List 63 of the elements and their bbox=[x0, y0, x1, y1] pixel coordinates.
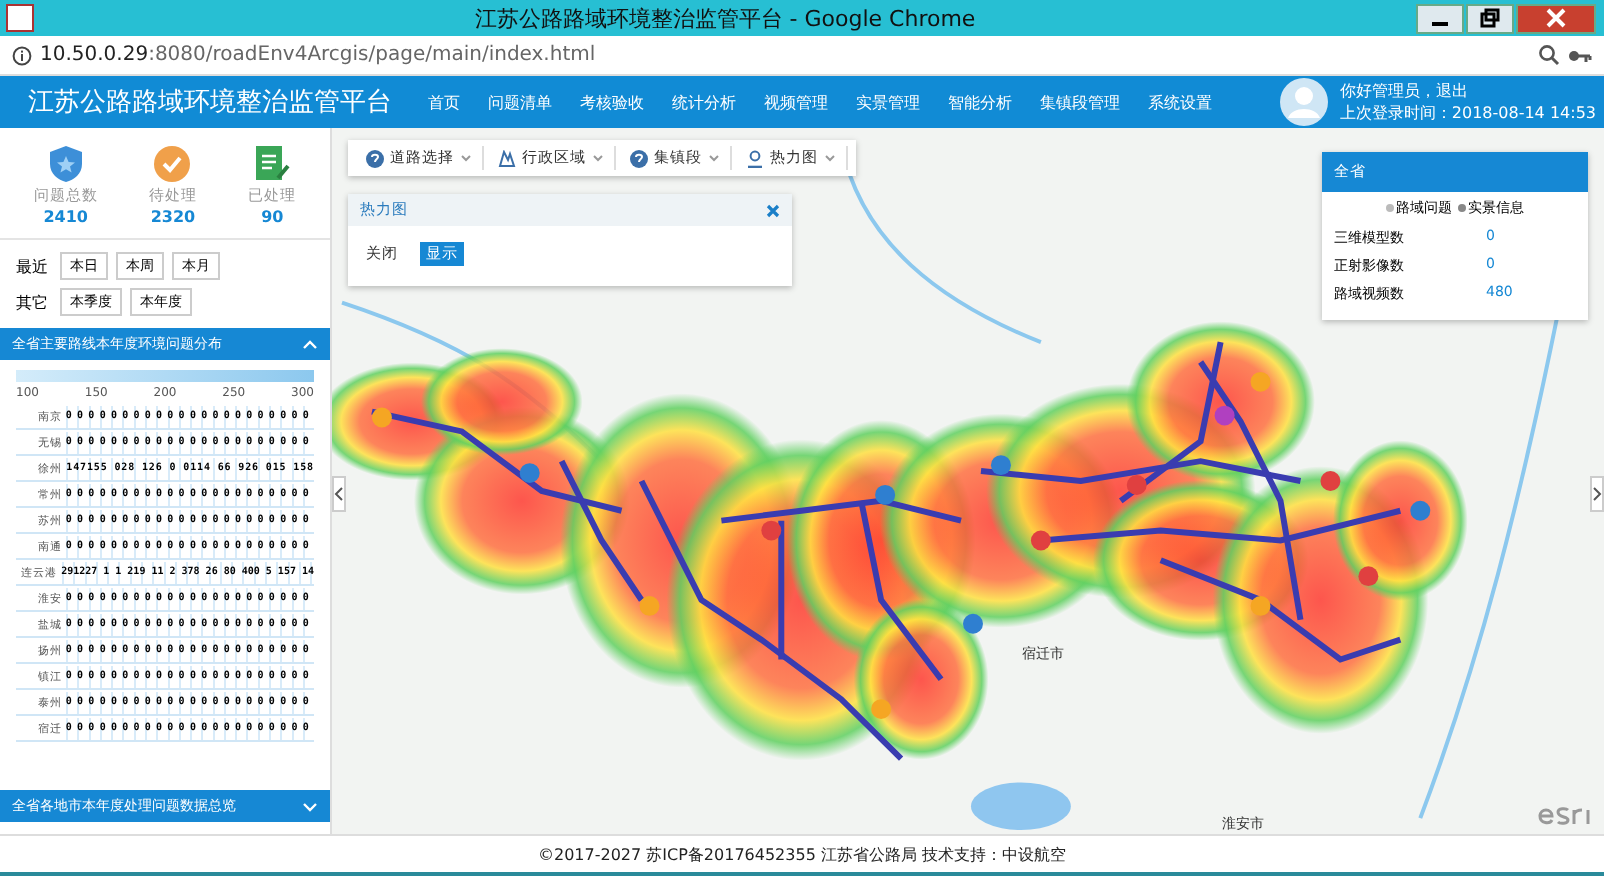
cluster-marker[interactable] bbox=[875, 484, 896, 505]
collapse-handle[interactable] bbox=[332, 476, 346, 512]
shield-icon bbox=[47, 144, 84, 184]
nav-link[interactable]: 统计分析 bbox=[672, 91, 736, 113]
caret-icon bbox=[708, 154, 720, 162]
caret-icon bbox=[460, 154, 472, 162]
info-icon[interactable] bbox=[12, 45, 32, 65]
person-icon bbox=[746, 149, 764, 167]
nav-link[interactable]: 实景管理 bbox=[856, 91, 920, 113]
cluster-marker[interactable] bbox=[371, 407, 392, 428]
last-login-text: 上次登录时间：2018-08-14 14:53 bbox=[1339, 102, 1596, 124]
cluster-marker[interactable] bbox=[871, 699, 892, 719]
app-icon bbox=[6, 4, 34, 32]
question-icon bbox=[366, 149, 384, 167]
stat-value: 2410 bbox=[43, 208, 88, 226]
restore-icon bbox=[1480, 8, 1500, 28]
filter-label: 其它 bbox=[16, 291, 50, 313]
cluster-marker[interactable] bbox=[1320, 471, 1341, 491]
cluster-marker[interactable] bbox=[990, 455, 1011, 476]
avatar-icon bbox=[1279, 78, 1328, 126]
nav-link[interactable]: 问题清单 bbox=[488, 91, 552, 113]
nav-link[interactable]: 视频管理 bbox=[764, 91, 828, 113]
cluster-marker[interactable] bbox=[963, 613, 983, 634]
close-button[interactable] bbox=[1516, 3, 1596, 33]
caret-icon bbox=[824, 154, 836, 162]
cluster-marker[interactable] bbox=[639, 596, 660, 616]
nav-link[interactable]: 集镇段管理 bbox=[1040, 91, 1120, 113]
cluster-marker[interactable] bbox=[1214, 405, 1235, 426]
stat-value: 2320 bbox=[150, 208, 196, 226]
cluster-marker[interactable] bbox=[1126, 475, 1147, 495]
close-icon[interactable] bbox=[766, 203, 780, 217]
nav-link[interactable]: 系统设置 bbox=[1148, 91, 1212, 113]
zoom-icon[interactable] bbox=[1538, 44, 1560, 66]
footer-text: ©2017-2027 苏ICP备20176452355 江苏省公路局 技术支持：中设航空 bbox=[0, 834, 1604, 876]
cluster-marker[interactable] bbox=[1410, 500, 1431, 521]
key-icon[interactable] bbox=[1568, 45, 1592, 65]
cluster-marker[interactable] bbox=[1250, 596, 1271, 616]
cluster-marker[interactable] bbox=[761, 520, 782, 541]
nav-link[interactable]: 考核验收 bbox=[580, 91, 644, 113]
window-title: 江苏公路路域环境整治监管平台 - Google Chrome bbox=[472, 3, 978, 33]
minimize-button[interactable] bbox=[1416, 3, 1464, 33]
cluster-marker[interactable] bbox=[1358, 566, 1379, 587]
expand-handle[interactable] bbox=[1590, 476, 1604, 512]
question-icon bbox=[630, 149, 648, 167]
app-title: 江苏公路路域环境整治监管平台 bbox=[28, 86, 392, 120]
cluster-marker[interactable] bbox=[1250, 371, 1271, 392]
nav-link[interactable]: 智能分析 bbox=[948, 91, 1012, 113]
greeting-link[interactable]: 你好管理员，退出 bbox=[1339, 80, 1596, 102]
url-text[interactable]: 10.50.0.29:8080/roadEnv4Arcgis/page/main/index.html bbox=[40, 44, 1530, 66]
close-icon bbox=[1546, 8, 1566, 28]
restore-button[interactable] bbox=[1466, 3, 1514, 33]
badge-check-icon bbox=[152, 144, 193, 184]
minimize-icon bbox=[1432, 22, 1448, 26]
cluster-marker[interactable] bbox=[1030, 530, 1051, 551]
caret-icon bbox=[592, 154, 604, 162]
mountain-icon bbox=[498, 149, 516, 167]
lake-drawing bbox=[971, 782, 1071, 831]
map-logo-icon bbox=[1536, 802, 1592, 830]
document-edit-icon bbox=[254, 144, 291, 184]
nav-link[interactable]: 首页 bbox=[428, 91, 460, 113]
filter-label: 最近 bbox=[16, 255, 50, 277]
stat-value: 90 bbox=[261, 208, 284, 226]
cluster-marker[interactable] bbox=[519, 463, 540, 483]
